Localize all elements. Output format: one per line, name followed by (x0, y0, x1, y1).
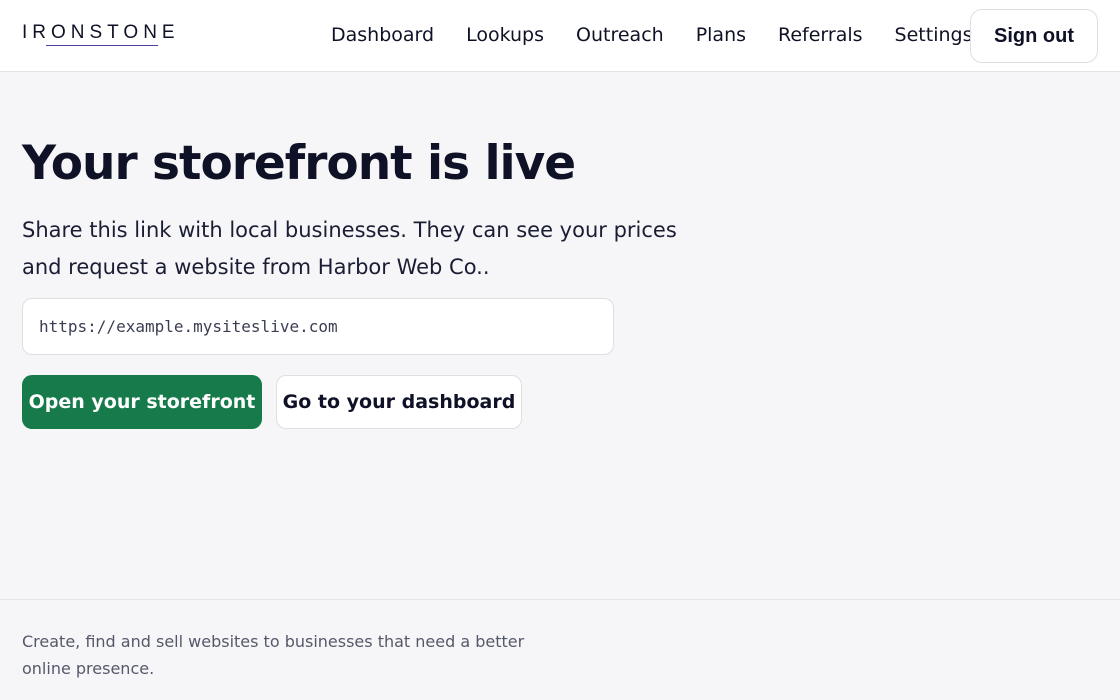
main-nav: Dashboard Lookups Outreach Plans Referra… (331, 24, 1004, 46)
nav-link-lookups[interactable]: Lookups (466, 24, 544, 46)
logo-underline (46, 45, 158, 46)
nav-link-dashboard[interactable]: Dashboard (331, 24, 434, 46)
nav-link-outreach[interactable]: Outreach (576, 24, 664, 46)
page-title: Your storefront is live (22, 136, 576, 191)
footer-divider (0, 599, 1120, 600)
nav-link-referrals[interactable]: Referrals (778, 24, 863, 46)
go-to-dashboard-button[interactable]: Go to your dashboard (276, 375, 522, 429)
top-bar: IRONSTONE Dashboard Lookups Outreach Pla… (0, 0, 1120, 72)
storefront-url-field[interactable]: https://example.mysiteslive.com (22, 298, 614, 355)
open-storefront-button[interactable]: Open your storefront (22, 375, 262, 429)
page-subtitle: Share this link with local businesses. T… (22, 218, 677, 279)
sign-out-button[interactable]: Sign out (970, 9, 1098, 63)
footer-tagline: Create, find and sell websites to busine… (22, 632, 525, 678)
logo[interactable]: IRONSTONE (22, 22, 180, 44)
nav-link-plans[interactable]: Plans (696, 24, 746, 46)
nav-link-settings[interactable]: Settings (895, 24, 973, 46)
